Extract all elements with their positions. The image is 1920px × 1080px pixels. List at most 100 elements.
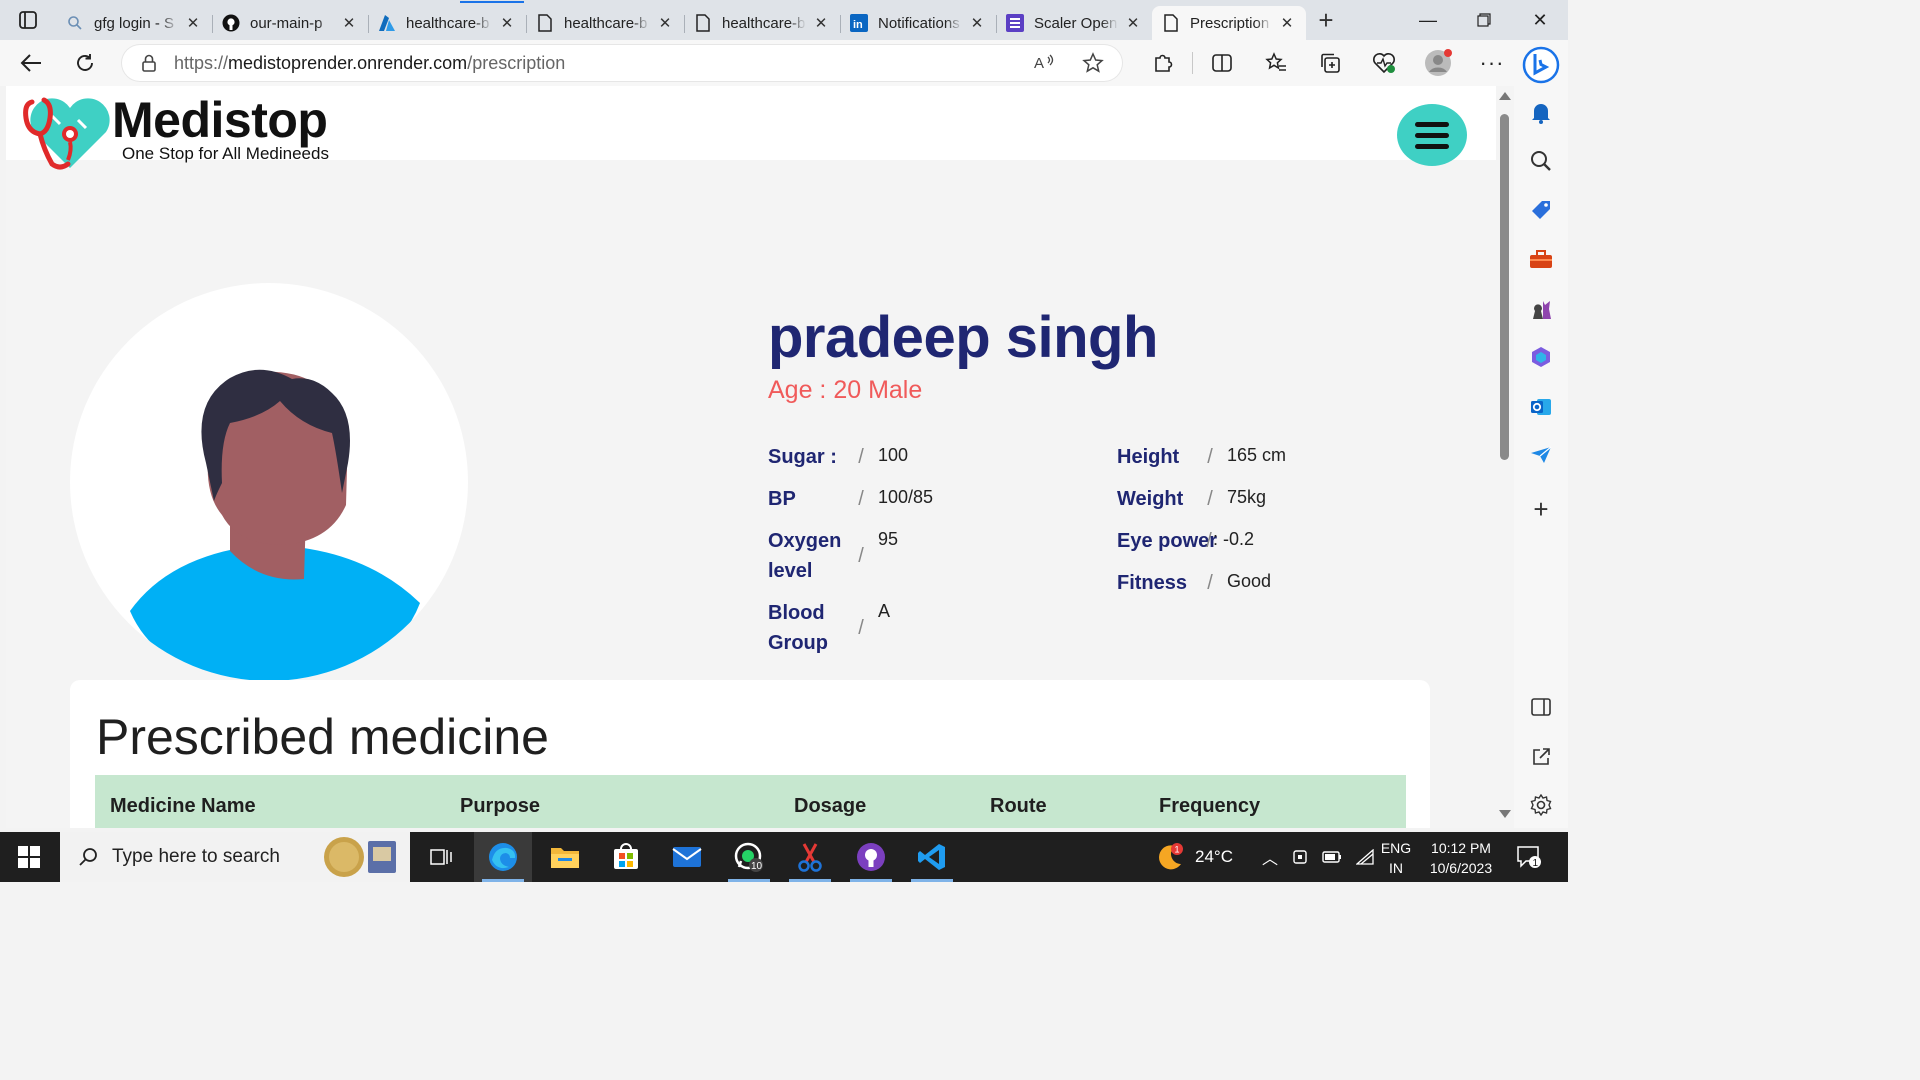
- vital-separator: /: [858, 544, 864, 567]
- tag-icon: [1532, 201, 1550, 219]
- taskbar-vscode[interactable]: [903, 832, 961, 882]
- scroll-down-arrow-icon[interactable]: [1499, 810, 1511, 818]
- browser-essentials-button[interactable]: [1357, 43, 1411, 83]
- sidebar-settings-button[interactable]: [1528, 792, 1554, 818]
- close-window-button[interactable]: ✕: [1512, 0, 1568, 40]
- vital-bp: BP / 100/85: [768, 484, 933, 526]
- taskbar-search-box[interactable]: Type here to search: [60, 832, 410, 882]
- tab-title: Scaler Open: [1034, 14, 1118, 32]
- vital-value: 100: [878, 445, 909, 465]
- close-icon[interactable]: ✕: [1278, 14, 1296, 32]
- vital-label: Blood Group: [768, 602, 828, 654]
- notification-center-button[interactable]: 1: [1514, 832, 1544, 882]
- taskbar-snipping-tool[interactable]: [781, 832, 839, 882]
- close-icon[interactable]: ✕: [968, 14, 986, 32]
- outlook-button[interactable]: [1528, 394, 1554, 420]
- folder-icon: [551, 848, 579, 868]
- windows-taskbar: Type here to search 10 1 24°C ︿ ENG IN 1…: [0, 832, 1568, 882]
- bing-copilot-button[interactable]: [1522, 46, 1560, 84]
- address-bar[interactable]: https://medistoprender.onrender.com/pres…: [122, 45, 1122, 81]
- favorites-icon: [1265, 52, 1286, 71]
- tab-title: healthcare-b: [564, 14, 648, 32]
- add-sidebar-app-button[interactable]: +: [1528, 496, 1554, 522]
- notifications-button[interactable]: [1528, 100, 1554, 126]
- taskbar-whatsapp[interactable]: 10: [720, 832, 778, 882]
- vital-value: : -0.2: [1213, 529, 1255, 549]
- minimize-button[interactable]: —: [1400, 0, 1456, 40]
- tab-scaler[interactable]: Scaler Open ✕: [996, 7, 1152, 39]
- vital-value: 165 cm: [1227, 445, 1287, 465]
- taskbar-file-explorer[interactable]: [536, 832, 594, 882]
- open-external-button[interactable]: [1528, 744, 1554, 770]
- svg-text:1: 1: [1175, 845, 1180, 855]
- shopping-button[interactable]: [1528, 197, 1554, 223]
- wifi-icon[interactable]: [1356, 849, 1374, 865]
- hamburger-menu-button[interactable]: [1397, 104, 1467, 166]
- hide-sidebar-button[interactable]: [1528, 694, 1554, 720]
- column-dosage: Dosage: [794, 795, 867, 817]
- vital-label: Oxygen level: [768, 530, 842, 582]
- favorites-button[interactable]: [1249, 43, 1303, 83]
- taskbar-mail[interactable]: [658, 832, 716, 882]
- medistop-logo[interactable]: Medistop One Stop for All Medineeds: [22, 94, 329, 170]
- chevron-up-icon[interactable]: ︿: [1262, 845, 1278, 869]
- games-button[interactable]: [1528, 296, 1554, 322]
- meet-now-icon[interactable]: [1292, 848, 1308, 866]
- task-view-button[interactable]: [412, 832, 470, 882]
- close-icon[interactable]: ✕: [340, 14, 358, 32]
- clock-time: 10:12 PM: [1431, 840, 1491, 856]
- weather-temperature: 24°C: [1195, 847, 1233, 866]
- tab-actions-icon: [19, 11, 37, 29]
- back-button[interactable]: [8, 43, 54, 83]
- taskbar-github-desktop[interactable]: [842, 832, 900, 882]
- whatsapp-icon: 10: [734, 842, 763, 872]
- extensions-button[interactable]: [1136, 43, 1190, 83]
- favorite-star-icon[interactable]: [1082, 52, 1104, 74]
- sidebar-search-button[interactable]: [1528, 148, 1554, 174]
- split-screen-button[interactable]: [1195, 43, 1249, 83]
- close-icon[interactable]: ✕: [812, 14, 830, 32]
- tab-title: gfg login - S: [94, 14, 175, 32]
- refresh-button[interactable]: [62, 43, 108, 83]
- close-icon[interactable]: ✕: [656, 14, 674, 32]
- scroll-thumb[interactable]: [1500, 114, 1509, 460]
- heart-pulse-icon: [1373, 53, 1395, 74]
- tab-gfg-login[interactable]: gfg login - S ✕: [56, 7, 212, 39]
- scroll-up-arrow-icon[interactable]: [1499, 92, 1511, 100]
- vitals-right: Height / 165 cm Weight / 75kg Eye power …: [1117, 442, 1286, 610]
- start-button[interactable]: [0, 832, 58, 882]
- taskbar-edge[interactable]: [474, 832, 532, 882]
- person-illustration-icon: [130, 369, 420, 681]
- new-tab-button[interactable]: +: [1306, 0, 1346, 40]
- tab-our-main[interactable]: our-main-p ✕: [212, 7, 368, 39]
- language-indicator[interactable]: ENG IN: [1376, 838, 1416, 878]
- restore-button[interactable]: [1456, 0, 1512, 40]
- taskbar-microsoft-store[interactable]: [597, 832, 655, 882]
- tab-actions-button[interactable]: [0, 0, 56, 40]
- tab-healthcare-2[interactable]: healthcare-b ✕: [526, 7, 684, 39]
- drop-button[interactable]: [1528, 442, 1554, 468]
- battery-icon[interactable]: [1322, 850, 1342, 864]
- search-placeholder: Type here to search: [112, 846, 280, 867]
- weather-widget[interactable]: 1 24°C: [1155, 832, 1233, 882]
- page-scrollbar[interactable]: [1496, 86, 1514, 828]
- read-aloud-icon[interactable]: A: [1034, 52, 1056, 72]
- patient-avatar: [70, 283, 468, 681]
- profile-button[interactable]: [1411, 43, 1465, 83]
- taskbar-clock[interactable]: 10:12 PM 10/6/2023: [1418, 838, 1504, 878]
- github-desktop-icon: [857, 843, 885, 871]
- close-icon[interactable]: ✕: [184, 14, 202, 32]
- tab-healthcare-1[interactable]: healthcare-b ✕: [368, 1, 526, 39]
- close-icon[interactable]: ✕: [1124, 14, 1142, 32]
- collections-button[interactable]: [1303, 43, 1357, 83]
- tab-healthcare-3[interactable]: healthcare-b ✕: [684, 7, 840, 39]
- tab-title: Prescription: [1190, 14, 1270, 32]
- column-frequency: Frequency: [1159, 795, 1261, 817]
- tab-prescription[interactable]: Prescription ✕: [1152, 6, 1306, 40]
- microsoft-365-button[interactable]: [1528, 344, 1554, 370]
- tools-button[interactable]: [1528, 246, 1554, 272]
- close-icon[interactable]: ✕: [498, 14, 516, 32]
- tab-notifications[interactable]: in Notifications ✕: [840, 7, 996, 39]
- settings-more-button[interactable]: ···: [1465, 43, 1519, 83]
- vital-eye-power: Eye power / : -0.2: [1117, 526, 1286, 568]
